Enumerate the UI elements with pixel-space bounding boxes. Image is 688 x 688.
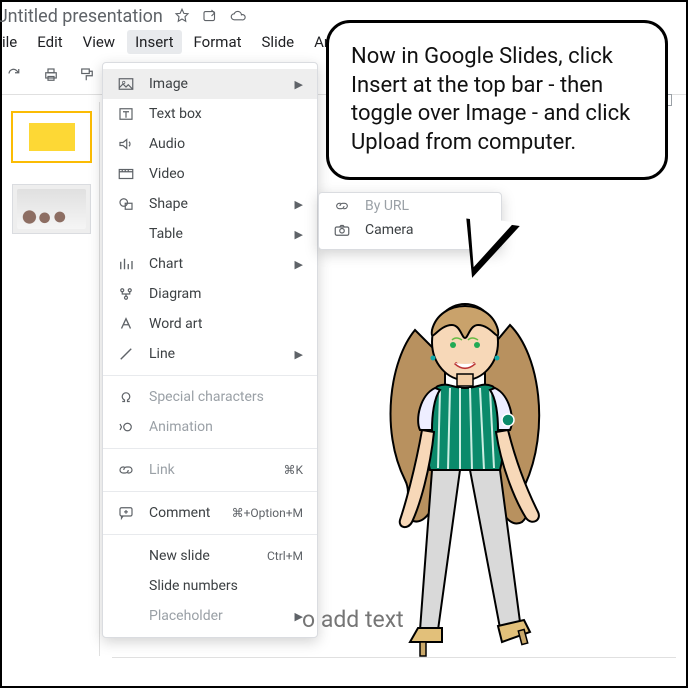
menu-format[interactable]: Format (186, 30, 250, 54)
thumbnail-1[interactable] (12, 112, 91, 162)
menu-item-animation: Animation (103, 412, 317, 442)
camera-icon (333, 221, 351, 239)
omega-icon (117, 388, 135, 406)
menu-item-slide-numbers[interactable]: Slide numbers (103, 571, 317, 601)
motion-icon (117, 418, 135, 436)
thumbnail-2[interactable] (12, 184, 91, 234)
menu-item-label: Video (149, 166, 303, 182)
menu-view[interactable]: View (75, 30, 123, 54)
menu-shortcut: Ctrl+M (267, 549, 303, 563)
menu-item-label: Special characters (149, 389, 303, 405)
menu-item-label: Image (149, 76, 281, 92)
menu-item-label: Shape (149, 196, 281, 212)
menu-item-wordart[interactable]: Word art (103, 309, 317, 339)
menu-insert[interactable]: Insert (127, 30, 181, 54)
menu-file[interactable]: ile (2, 30, 25, 54)
menu-item-table[interactable]: Table ▶ (103, 219, 317, 249)
menu-item-special-characters: Special characters (103, 382, 317, 412)
menu-item-video[interactable]: Video (103, 159, 317, 189)
menu-item-label: Line (149, 346, 281, 362)
menu-item-link: Link ⌘K (103, 455, 317, 485)
redo-icon[interactable] (6, 66, 24, 84)
submenu-item-label: By URL (365, 198, 409, 214)
menu-item-label: Placeholder (149, 608, 281, 624)
line-icon (117, 345, 135, 363)
insert-menu-panel: Image ▶ Text box Audio Video Shape ▶ Tab… (102, 62, 318, 638)
menu-shortcut: ⌘+Option+M (232, 506, 303, 520)
menu-item-label: Audio (149, 136, 303, 152)
menu-item-label: New slide (149, 548, 253, 564)
menu-separator (103, 534, 317, 535)
chevron-right-icon: ▶ (295, 228, 303, 241)
link-icon (117, 461, 135, 479)
menu-edit[interactable]: Edit (29, 30, 70, 54)
instruction-text: Now in Google Slides, click Insert at th… (351, 44, 630, 155)
menu-item-comment[interactable]: Comment ⌘+Option+M (103, 498, 317, 528)
slide-thumbnails (4, 102, 100, 656)
menu-item-label: Word art (149, 316, 303, 332)
menu-item-new-slide[interactable]: New slide Ctrl+M (103, 541, 317, 571)
wordart-icon (117, 315, 135, 333)
menu-item-shape[interactable]: Shape ▶ (103, 189, 317, 219)
menu-separator (103, 375, 317, 376)
image-icon (117, 75, 135, 93)
menu-item-label: Table (149, 226, 281, 242)
submenu-item-label: Camera (365, 222, 414, 238)
menu-item-label: Animation (149, 419, 303, 435)
menu-separator (103, 448, 317, 449)
menu-item-textbox[interactable]: Text box (103, 99, 317, 129)
textbox-icon (117, 105, 135, 123)
menu-item-image[interactable]: Image ▶ (103, 69, 317, 99)
menu-item-chart[interactable]: Chart ▶ (103, 249, 317, 279)
video-icon (117, 165, 135, 183)
menu-item-label: Comment (149, 505, 218, 521)
avatar-illustration (360, 270, 570, 670)
doc-title[interactable]: Untitled presentation (0, 6, 163, 27)
instruction-speech-bubble: Now in Google Slides, click Insert at th… (326, 20, 668, 180)
chart-icon (117, 255, 135, 273)
audio-icon (117, 135, 135, 153)
menu-item-diagram[interactable]: Diagram (103, 279, 317, 309)
menu-item-label: Diagram (149, 286, 303, 302)
paint-format-icon[interactable] (78, 66, 96, 84)
menu-separator (103, 491, 317, 492)
chevron-right-icon: ▶ (295, 258, 303, 271)
menu-item-label: Chart (149, 256, 281, 272)
menu-shortcut: ⌘K (283, 463, 303, 477)
app-frame: Untitled presentation ile Edit View Inse… (0, 0, 688, 688)
shape-icon (117, 195, 135, 213)
move-icon[interactable] (201, 7, 219, 25)
menu-item-line[interactable]: Line ▶ (103, 339, 317, 369)
print-icon[interactable] (42, 66, 60, 84)
menu-item-label: Slide numbers (149, 578, 303, 594)
menu-item-placeholder: Placeholder ▶ (103, 601, 317, 631)
link-icon (333, 197, 351, 215)
menu-item-label: Link (149, 462, 269, 478)
cloud-icon[interactable] (229, 7, 247, 25)
menu-slide[interactable]: Slide (254, 30, 303, 54)
chevron-right-icon: ▶ (295, 348, 303, 361)
star-icon[interactable] (173, 7, 191, 25)
chevron-right-icon: ▶ (295, 198, 303, 211)
comment-icon (117, 504, 135, 522)
menu-item-label: Text box (149, 106, 303, 122)
chevron-right-icon: ▶ (295, 78, 303, 91)
submenu-item-by-url[interactable]: By URL (319, 197, 501, 215)
diagram-icon (117, 285, 135, 303)
menu-item-audio[interactable]: Audio (103, 129, 317, 159)
